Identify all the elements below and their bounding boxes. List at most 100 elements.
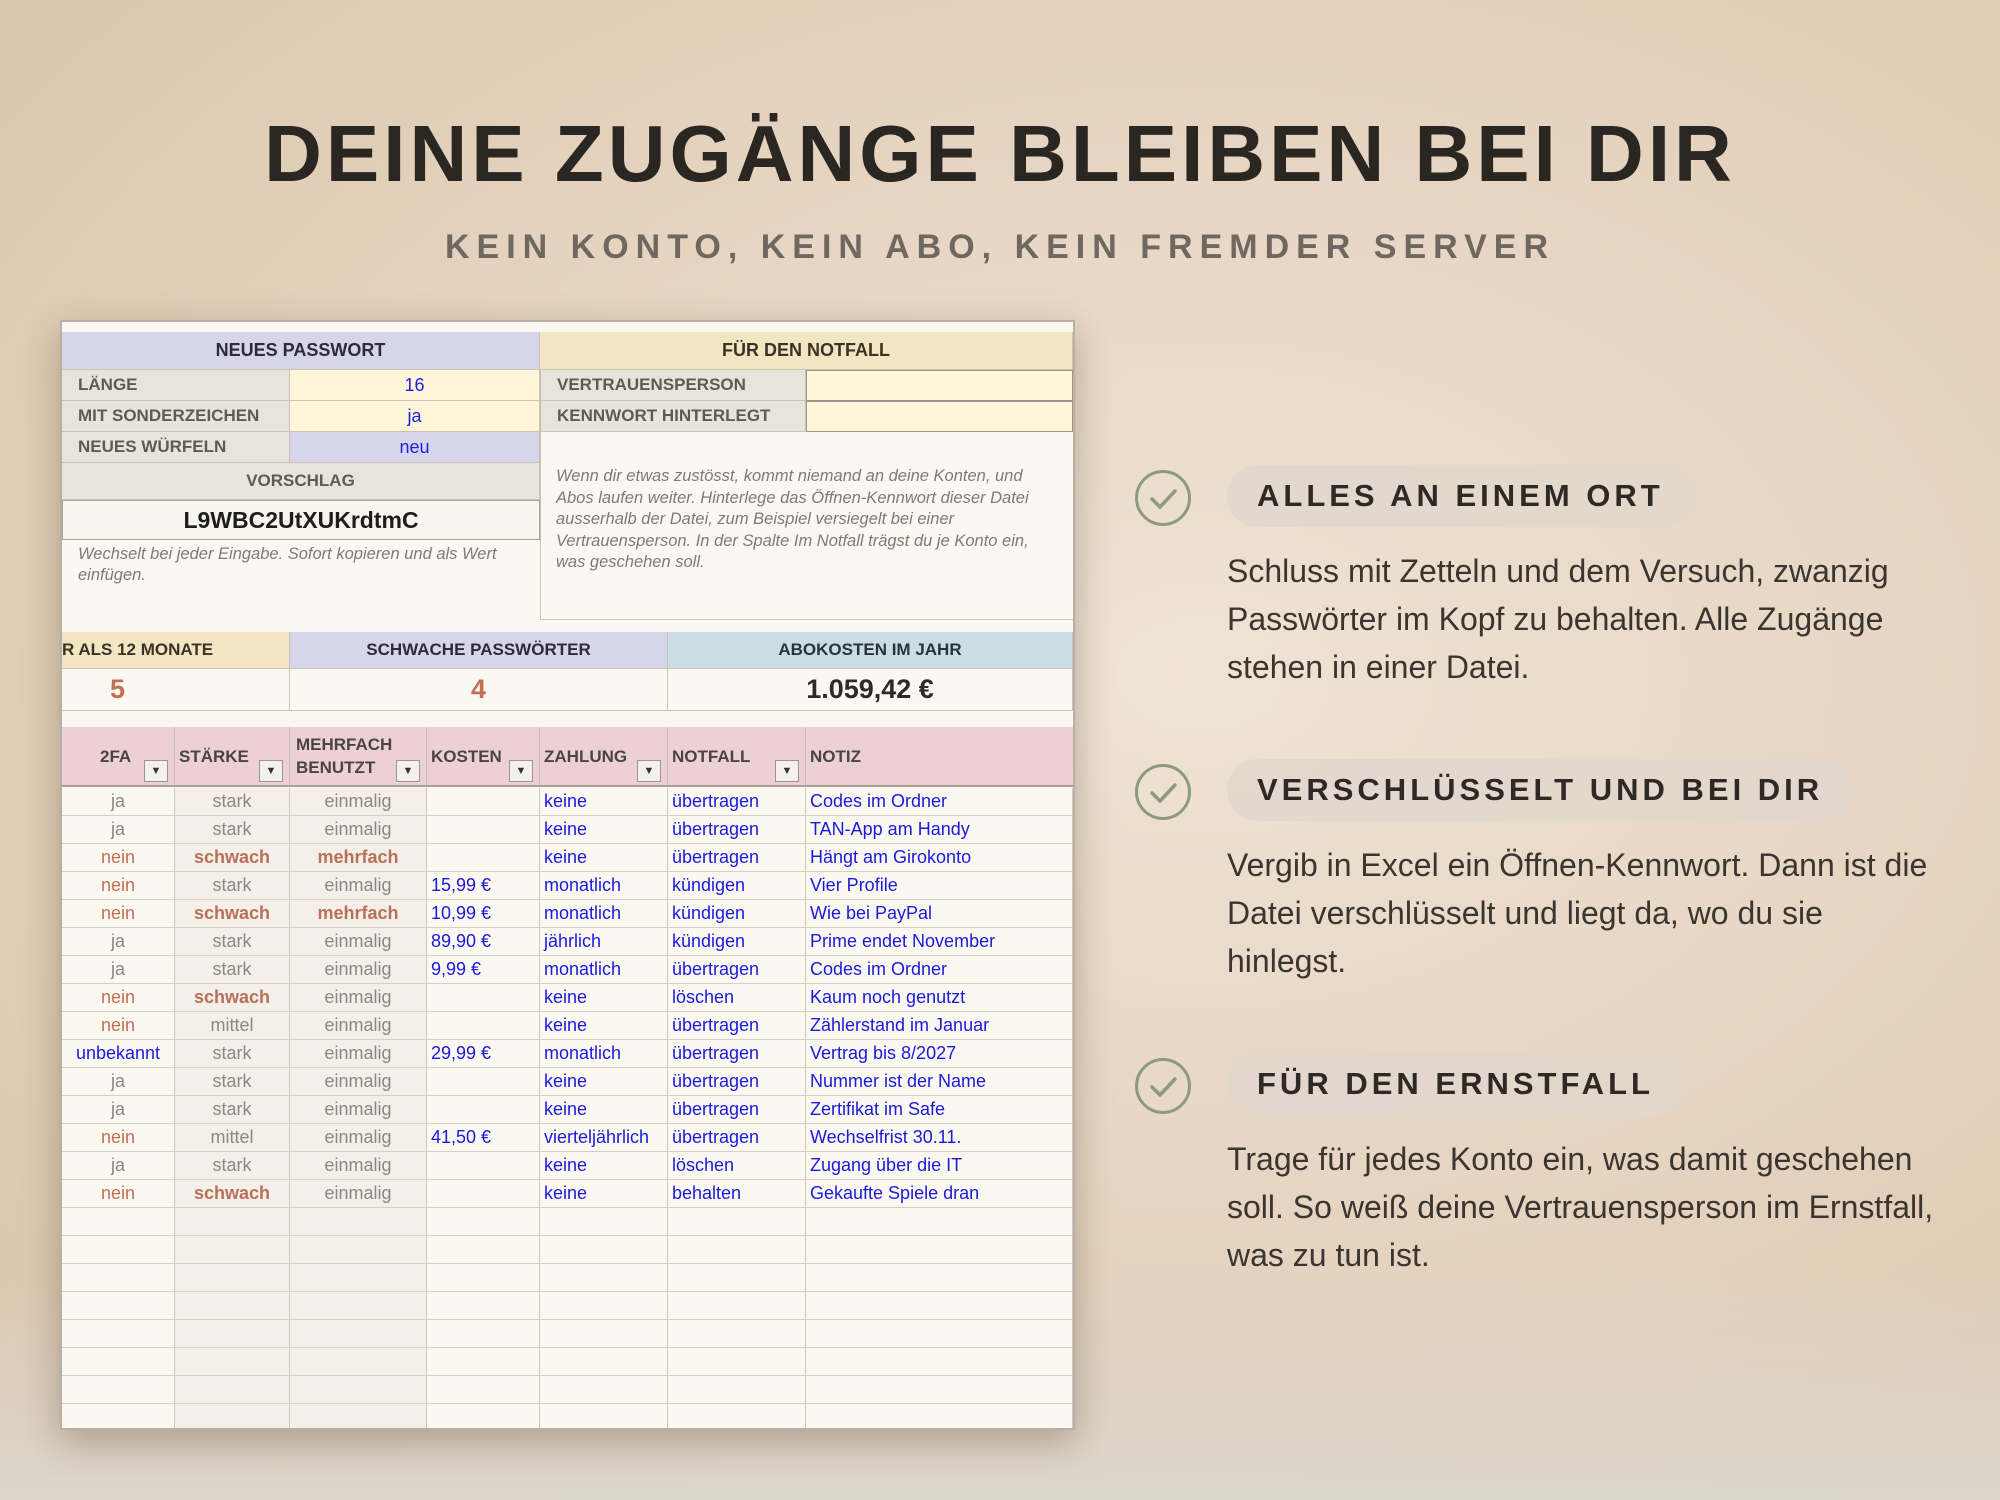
cell-emergency[interactable]: übertragen	[668, 816, 806, 844]
cell-cost[interactable]: 15,99 €	[427, 872, 540, 900]
cell-emergency[interactable]: kündigen	[668, 872, 806, 900]
cell-strength[interactable]: stark	[175, 1152, 290, 1180]
cell-strength[interactable]: schwach	[175, 844, 290, 872]
cell-note[interactable]	[806, 1320, 1073, 1348]
filter-dropdown-icon[interactable]: ▼	[637, 760, 661, 782]
cell-tfa[interactable]	[62, 1348, 175, 1376]
cell-tfa[interactable]	[62, 1404, 175, 1428]
cell-emergency[interactable]: übertragen	[668, 788, 806, 816]
cell-emergency[interactable]	[668, 1208, 806, 1236]
cell-strength[interactable]: schwach	[175, 900, 290, 928]
cell-cost[interactable]	[427, 1292, 540, 1320]
cell-strength[interactable]: stark	[175, 816, 290, 844]
cell-strength[interactable]: stark	[175, 956, 290, 984]
cell-payment[interactable]	[540, 1236, 668, 1264]
cell-tfa[interactable]: nein	[62, 1180, 175, 1208]
cell-cost[interactable]	[427, 1208, 540, 1236]
cell-strength[interactable]: schwach	[175, 1180, 290, 1208]
cell-strength[interactable]: stark	[175, 1040, 290, 1068]
cell-emergency[interactable]	[668, 1404, 806, 1428]
cell-strength[interactable]	[175, 1376, 290, 1404]
cell-emergency[interactable]: übertragen	[668, 1068, 806, 1096]
filter-dropdown-icon[interactable]: ▼	[396, 760, 420, 782]
cell-note[interactable]: Zertifikat im Safe	[806, 1096, 1073, 1124]
cell-note[interactable]: Vertrag bis 8/2027	[806, 1040, 1073, 1068]
cell-tfa[interactable]	[62, 1376, 175, 1404]
cell-cost[interactable]	[427, 788, 540, 816]
cell-cost[interactable]	[427, 1376, 540, 1404]
cell-multi[interactable]: einmalig	[290, 928, 427, 956]
cell-payment[interactable]: keine	[540, 788, 668, 816]
cell-strength[interactable]	[175, 1348, 290, 1376]
cell-multi[interactable]: einmalig	[290, 956, 427, 984]
cell-payment[interactable]	[540, 1264, 668, 1292]
suggested-password[interactable]: L9WBC2UtXUKrdtmC	[62, 500, 540, 540]
cell-multi[interactable]	[290, 1208, 427, 1236]
cell-note[interactable]: Wechselfrist 30.11.	[806, 1124, 1073, 1152]
cell-cost[interactable]	[427, 984, 540, 1012]
cell-multi[interactable]: einmalig	[290, 816, 427, 844]
filter-dropdown-icon[interactable]: ▼	[509, 760, 533, 782]
cell-strength[interactable]	[175, 1264, 290, 1292]
cell-tfa[interactable]: nein	[62, 872, 175, 900]
cell-tfa[interactable]	[62, 1208, 175, 1236]
cell-payment[interactable]: monatlich	[540, 956, 668, 984]
cell-payment[interactable]	[540, 1376, 668, 1404]
cell-cost[interactable]: 29,99 €	[427, 1040, 540, 1068]
cell-emergency[interactable]: übertragen	[668, 1096, 806, 1124]
cell-note[interactable]: Codes im Ordner	[806, 788, 1073, 816]
cell-payment[interactable]: keine	[540, 844, 668, 872]
cell-strength[interactable]	[175, 1404, 290, 1428]
cell-multi[interactable]	[290, 1348, 427, 1376]
cell-payment[interactable]: keine	[540, 1152, 668, 1180]
cell-payment[interactable]: keine	[540, 1180, 668, 1208]
cell-tfa[interactable]: nein	[62, 1124, 175, 1152]
cell-payment[interactable]	[540, 1208, 668, 1236]
cell-tfa[interactable]: nein	[62, 1012, 175, 1040]
cell-tfa[interactable]: nein	[62, 900, 175, 928]
cell-payment[interactable]: monatlich	[540, 872, 668, 900]
cell-multi[interactable]	[290, 1320, 427, 1348]
cell-multi[interactable]: einmalig	[290, 1180, 427, 1208]
cell-emergency[interactable]: behalten	[668, 1180, 806, 1208]
cell-strength[interactable]: schwach	[175, 984, 290, 1012]
cell-multi[interactable]	[290, 1264, 427, 1292]
cell-strength[interactable]: stark	[175, 872, 290, 900]
cell-cost[interactable]	[427, 1180, 540, 1208]
cell-payment[interactable]: keine	[540, 1068, 668, 1096]
cell-tfa[interactable]: ja	[62, 1096, 175, 1124]
cell-note[interactable]: Prime endet November	[806, 928, 1073, 956]
cell-emergency[interactable]	[668, 1236, 806, 1264]
cell-multi[interactable]: einmalig	[290, 1124, 427, 1152]
cell-multi[interactable]: einmalig	[290, 1040, 427, 1068]
cell-note[interactable]: TAN-App am Handy	[806, 816, 1073, 844]
cell-payment[interactable]: monatlich	[540, 900, 668, 928]
length-value[interactable]: 16	[290, 370, 540, 401]
cell-cost[interactable]	[427, 844, 540, 872]
cell-payment[interactable]: vierteljährlich	[540, 1124, 668, 1152]
roll-new-value[interactable]: neu	[290, 432, 540, 463]
cell-emergency[interactable]: übertragen	[668, 844, 806, 872]
cell-multi[interactable]: einmalig	[290, 872, 427, 900]
cell-cost[interactable]: 89,90 €	[427, 928, 540, 956]
cell-payment[interactable]: keine	[540, 1096, 668, 1124]
cell-multi[interactable]: mehrfach	[290, 844, 427, 872]
cell-cost[interactable]	[427, 1096, 540, 1124]
cell-payment[interactable]: jährlich	[540, 928, 668, 956]
cell-multi[interactable]: einmalig	[290, 1096, 427, 1124]
cell-emergency[interactable]	[668, 1348, 806, 1376]
cell-cost[interactable]	[427, 1320, 540, 1348]
cell-tfa[interactable]: ja	[62, 788, 175, 816]
cell-cost[interactable]	[427, 1404, 540, 1428]
cell-cost[interactable]	[427, 1348, 540, 1376]
cell-note[interactable]	[806, 1404, 1073, 1428]
cell-note[interactable]	[806, 1208, 1073, 1236]
cell-multi[interactable]: einmalig	[290, 788, 427, 816]
cell-emergency[interactable]	[668, 1320, 806, 1348]
cell-payment[interactable]: keine	[540, 1012, 668, 1040]
cell-payment[interactable]	[540, 1292, 668, 1320]
cell-note[interactable]: Codes im Ordner	[806, 956, 1073, 984]
filter-dropdown-icon[interactable]: ▼	[259, 760, 283, 782]
cell-multi[interactable]: einmalig	[290, 1152, 427, 1180]
cell-strength[interactable]	[175, 1236, 290, 1264]
